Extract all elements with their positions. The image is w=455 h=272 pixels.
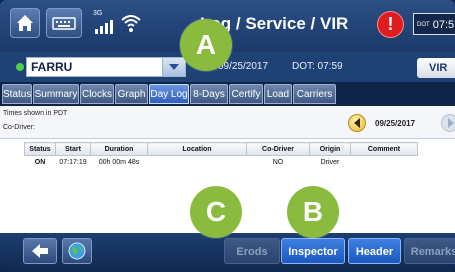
chevron-right-icon bbox=[448, 118, 454, 128]
alert-icon[interactable]: ! bbox=[377, 11, 404, 38]
remarks-button[interactable]: Remarks bbox=[404, 238, 455, 264]
driver-dropdown-toggle[interactable] bbox=[162, 58, 185, 76]
column-header[interactable]: Duration bbox=[90, 142, 148, 156]
log-info-bar: Times shown in PDT Co-Driver: 09/25/2017 bbox=[0, 106, 455, 139]
tab-clocks[interactable]: Clocks bbox=[80, 84, 114, 104]
log-table: Status Start Duration Location Co-Driver… bbox=[24, 142, 418, 168]
chevron-left-icon bbox=[354, 118, 360, 128]
column-header[interactable]: Co-Driver bbox=[246, 142, 310, 156]
tab-status[interactable]: Status bbox=[2, 84, 32, 104]
erods-button[interactable]: Erods bbox=[224, 238, 280, 264]
app-screen: 3G Log / Service / VIR ! DOT 07:5 FARRU bbox=[0, 0, 455, 272]
driver-select[interactable]: FARRU bbox=[26, 57, 186, 77]
keyboard-icon bbox=[52, 17, 76, 30]
tab-day-log[interactable]: Day Log bbox=[149, 84, 189, 104]
keyboard-button[interactable] bbox=[46, 8, 82, 38]
chevron-down-icon bbox=[169, 64, 179, 70]
tab-load[interactable]: Load bbox=[264, 84, 292, 104]
current-date: 09/25/2017 bbox=[218, 61, 269, 72]
callout-b: B bbox=[287, 186, 339, 238]
timezone-note: Times shown in PDT bbox=[3, 110, 68, 117]
column-header[interactable]: Location bbox=[147, 142, 247, 156]
column-header[interactable]: Status bbox=[24, 142, 56, 156]
column-header[interactable]: Origin bbox=[309, 142, 351, 156]
column-header[interactable]: Comment bbox=[350, 142, 418, 156]
log-cell-codriver: NO bbox=[272, 158, 284, 166]
tab-certify[interactable]: Certify bbox=[229, 84, 263, 104]
tab-carriers[interactable]: Carriers bbox=[293, 84, 336, 104]
column-header[interactable]: Start bbox=[55, 142, 91, 156]
wifi-icon bbox=[121, 15, 141, 32]
tab-summary[interactable]: Summary bbox=[33, 84, 79, 104]
log-cell-comment bbox=[351, 156, 418, 169]
callout-a: A bbox=[180, 19, 232, 71]
dot-time: DOT: 07:59 bbox=[292, 61, 343, 72]
header-button[interactable]: Header bbox=[348, 238, 401, 264]
log-cell-origin: Driver bbox=[320, 158, 340, 166]
footer-bar: Erods Inspector Header Remarks bbox=[0, 233, 455, 272]
log-cell-location bbox=[148, 156, 247, 169]
home-icon bbox=[17, 15, 33, 31]
log-cell-start: 07:17:19 bbox=[59, 158, 87, 166]
back-arrow-icon bbox=[32, 244, 48, 258]
log-cell-status: ON bbox=[34, 158, 46, 166]
inspector-button[interactable]: Inspector bbox=[281, 238, 345, 264]
dot-clock-label: DOT bbox=[417, 22, 430, 29]
globe-button[interactable] bbox=[62, 238, 92, 264]
codriver-label: Co-Driver: bbox=[3, 124, 35, 131]
log-date: 09/25/2017 bbox=[375, 119, 416, 128]
driver-status-indicator bbox=[16, 63, 24, 71]
tab-graph[interactable]: Graph bbox=[115, 84, 148, 104]
vir-button[interactable]: VIR bbox=[417, 58, 455, 78]
globe-icon bbox=[68, 242, 86, 260]
previous-day-button[interactable] bbox=[348, 114, 366, 132]
next-day-button[interactable] bbox=[441, 114, 455, 132]
dot-clock: DOT 07:5 bbox=[413, 13, 455, 35]
tab-bar: Status Summary Clocks Graph Day Log 8-Da… bbox=[0, 82, 455, 106]
dot-clock-time: 07:5 bbox=[432, 19, 455, 31]
tab-8-days[interactable]: 8-Days bbox=[190, 84, 228, 104]
home-button[interactable] bbox=[10, 8, 40, 38]
signal-indicator: 3G bbox=[92, 10, 114, 36]
driver-name: FARRU bbox=[31, 60, 73, 74]
signal-icon bbox=[95, 20, 113, 34]
log-row[interactable]: ON 07:17:19 00h 00m 48s NO Driver bbox=[25, 156, 418, 169]
log-cell-duration: 00h 00m 48s bbox=[98, 158, 140, 166]
log-table-header: Status Start Duration Location Co-Driver… bbox=[24, 142, 418, 156]
back-button[interactable] bbox=[23, 238, 57, 264]
callout-c: C bbox=[190, 186, 242, 238]
